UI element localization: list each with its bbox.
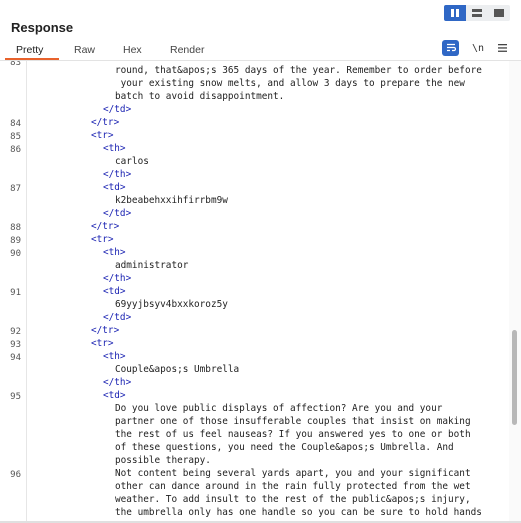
code-line: carlos <box>115 156 149 167</box>
code-line: <th> <box>103 247 126 258</box>
vertical-scrollbar[interactable] <box>509 61 521 523</box>
line-number: 84 <box>10 119 21 129</box>
code-line: </tr> <box>91 117 120 128</box>
line-number: 86 <box>10 145 21 155</box>
code-line: </td> <box>103 208 132 219</box>
word-wrap-icon <box>446 39 456 57</box>
split-horizontal-icon[interactable] <box>466 5 488 21</box>
response-body-editor[interactable]: 83 84 85 86 87 88 89 90 91 92 93 94 95 9… <box>0 61 521 523</box>
tab-render[interactable]: Render <box>170 44 204 56</box>
code-line: round, that&apos;s 365 days of the year.… <box>115 65 482 76</box>
code-line: </th> <box>103 377 132 388</box>
code-line: <td> <box>103 286 126 297</box>
split-vertical-icon[interactable] <box>444 5 466 21</box>
line-number: 95 <box>10 392 21 402</box>
line-number: 85 <box>10 132 21 142</box>
tab-pretty[interactable]: Pretty <box>16 44 43 56</box>
line-number: 92 <box>10 327 21 337</box>
word-wrap-toggle[interactable] <box>442 40 459 56</box>
code-line: other can dance around in the rain fully… <box>115 481 471 492</box>
single-pane-icon[interactable] <box>488 5 510 21</box>
code-line: </tr> <box>91 221 120 232</box>
code-line: k2beabehxxihfirrbm9w <box>115 195 228 206</box>
code-line: batch to avoid disappointment. <box>115 91 285 102</box>
tab-hex[interactable]: Hex <box>123 44 142 56</box>
code-line: 69yyjbsyv4bxxkoroz5y <box>115 299 228 310</box>
code-line: the rest of us feel nauseas? If you answ… <box>115 429 471 440</box>
hamburger-menu-icon <box>497 39 507 57</box>
line-number: 90 <box>10 249 21 259</box>
options-menu-button[interactable] <box>494 40 510 56</box>
code-line: your existing snow melts, and allow 3 da… <box>115 78 465 89</box>
code-line: Do you love public displays of affection… <box>115 403 443 414</box>
code-line: </td> <box>103 104 132 115</box>
panel-title: Response <box>11 20 74 35</box>
code-line: partner one of those insufferable couple… <box>115 416 471 427</box>
line-number: 83 <box>10 61 21 68</box>
code-line: </th> <box>103 273 132 284</box>
code-line: Couple&apos;s Umbrella <box>115 364 240 375</box>
tab-raw[interactable]: Raw <box>74 44 95 56</box>
code-line: <tr> <box>91 338 114 349</box>
line-number: 96 <box>10 470 21 480</box>
code-line: </td> <box>103 312 132 323</box>
code-line: the umbrella only has one handle so you … <box>115 507 482 518</box>
code-line: <tr> <box>91 234 114 245</box>
code-line: <th> <box>103 143 126 154</box>
active-tab-indicator <box>5 58 59 60</box>
line-number: 93 <box>10 340 21 350</box>
code-line: <th> <box>103 351 126 362</box>
line-number: 88 <box>10 223 21 233</box>
code-line: Not content being several yards apart, y… <box>115 468 471 479</box>
response-panel-header: Response <box>0 0 521 38</box>
view-mode-toggle <box>444 5 510 21</box>
line-number: 91 <box>10 288 21 298</box>
line-number: 89 <box>10 236 21 246</box>
code-line: <tr> <box>91 130 114 141</box>
code-line: <td> <box>103 182 126 193</box>
code-line: of these questions, you need the Couple&… <box>115 442 454 453</box>
line-number-gutter: 83 84 85 86 87 88 89 90 91 92 93 94 95 9… <box>0 61 27 523</box>
code-line: weather. To add insult to the rest of th… <box>115 494 471 505</box>
show-newlines-button[interactable]: \n <box>470 40 486 56</box>
code-line: possible therapy. <box>115 455 211 466</box>
code-line: <td> <box>103 390 126 401</box>
code-line: administrator <box>115 260 189 271</box>
code-line: </tr> <box>91 325 120 336</box>
line-number: 87 <box>10 184 21 194</box>
scrollbar-thumb[interactable] <box>512 330 517 425</box>
code-line: </th> <box>103 169 132 180</box>
line-number: 94 <box>10 353 21 363</box>
